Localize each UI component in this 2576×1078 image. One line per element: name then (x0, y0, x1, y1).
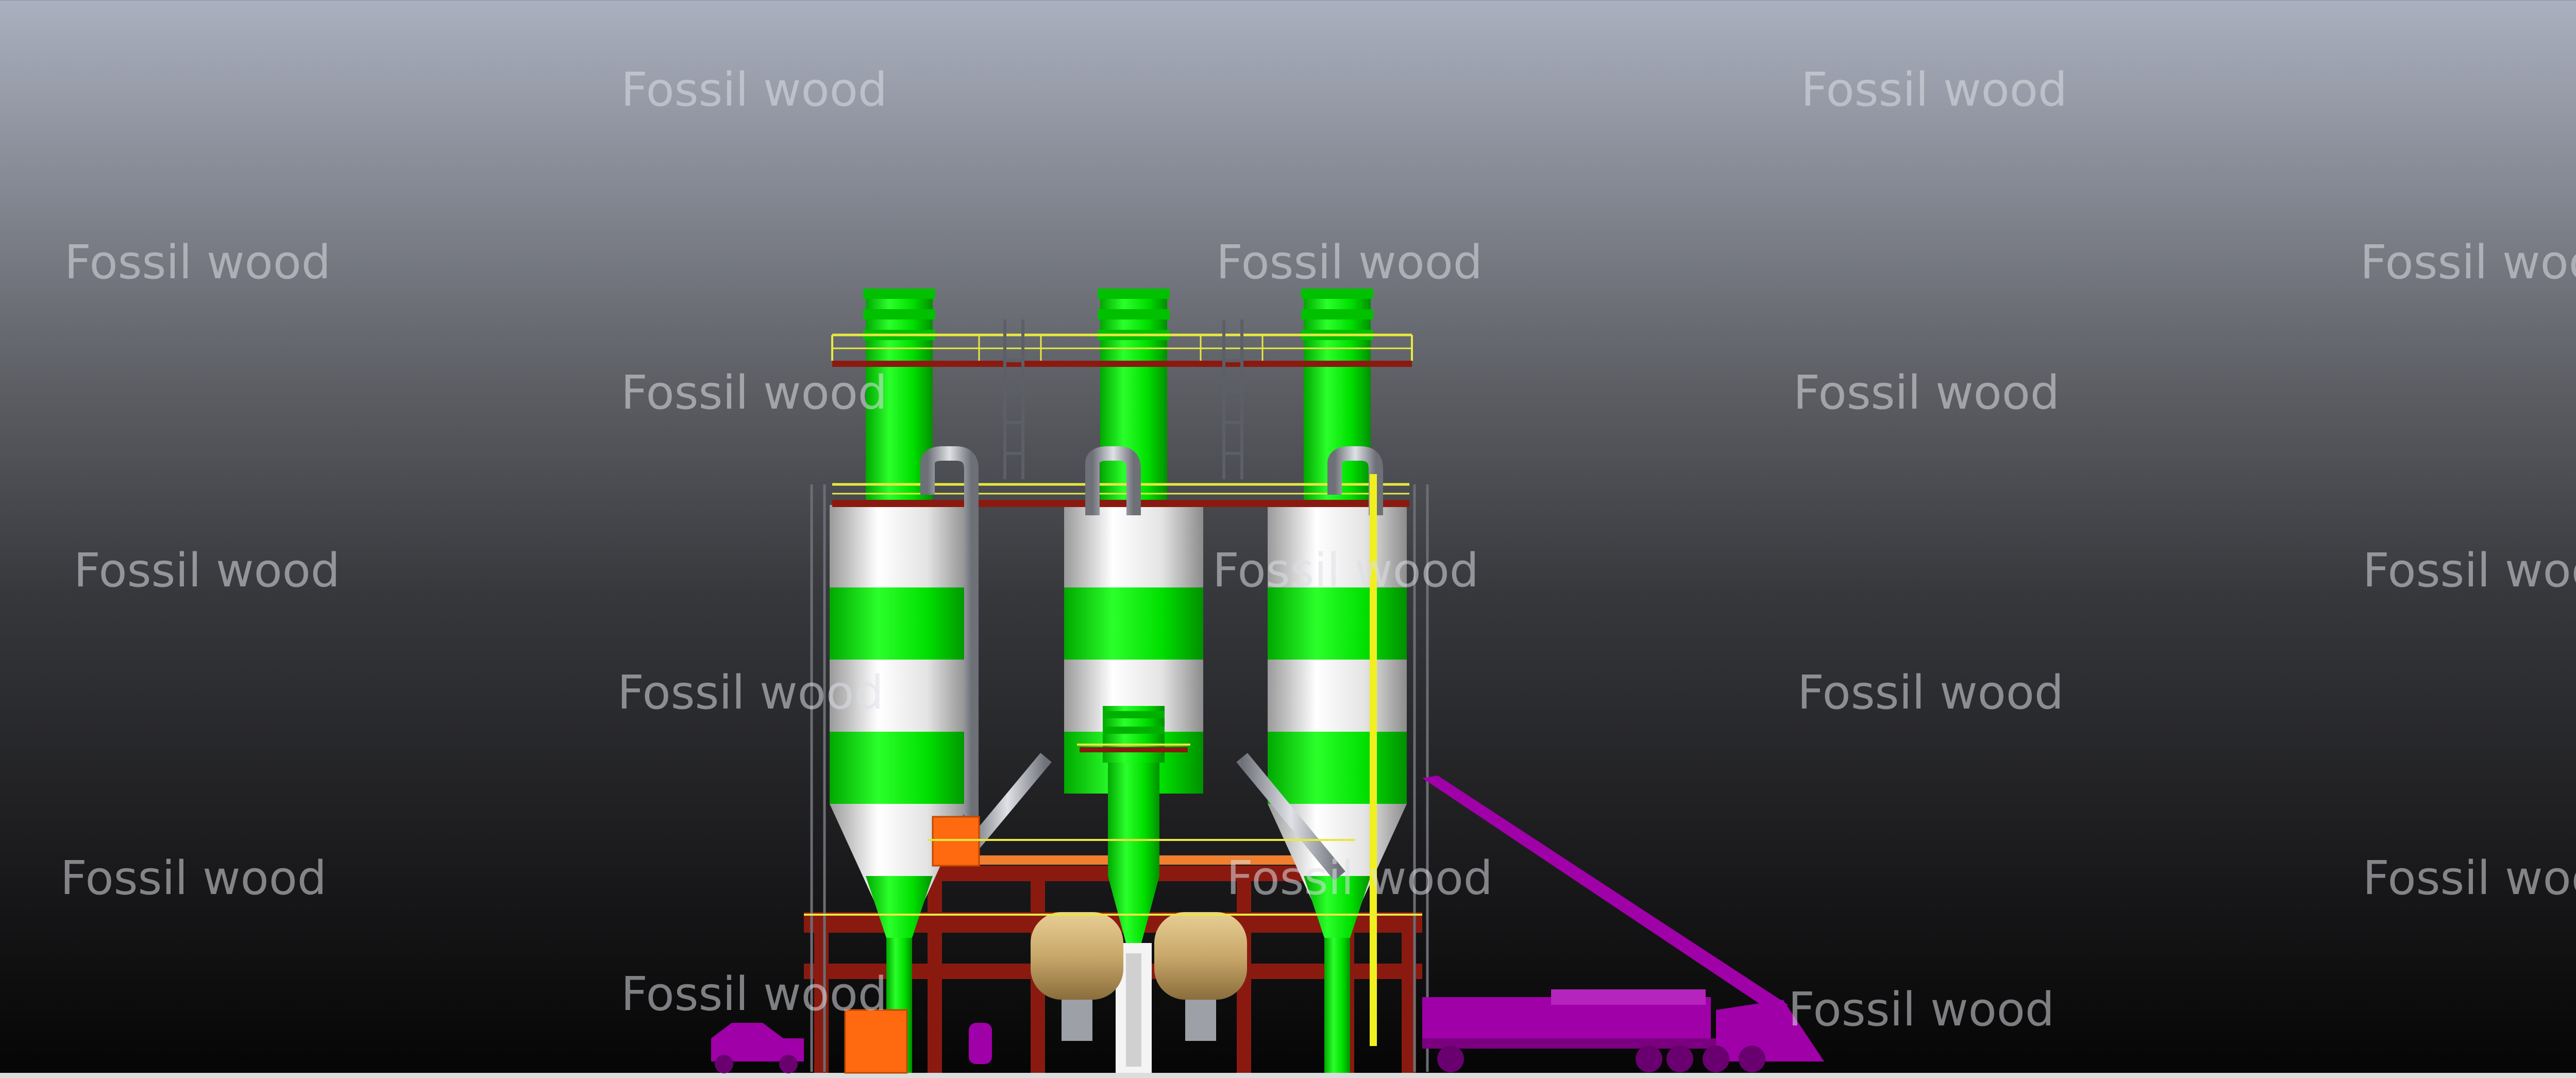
loader-left (711, 1023, 804, 1073)
silo-right (1268, 289, 1407, 1073)
silo-left (830, 289, 969, 1073)
ground-line (0, 1073, 2576, 1078)
conveyor-arm (1422, 776, 1788, 1013)
plant-scene (0, 289, 2576, 1078)
small-tank (969, 1023, 992, 1064)
